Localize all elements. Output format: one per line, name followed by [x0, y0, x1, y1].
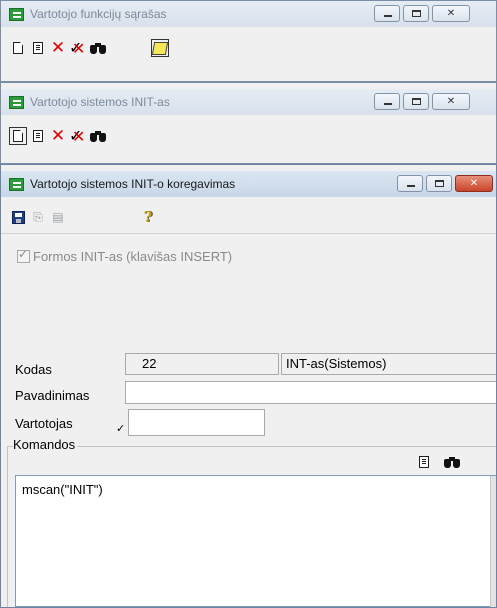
delete-button[interactable]: ✕	[48, 38, 68, 58]
delete-icon: ✕	[50, 37, 66, 58]
maximize-button[interactable]	[403, 5, 429, 22]
save-icon	[11, 210, 25, 224]
commands-editor[interactable]: mscan("INIT")	[15, 475, 496, 607]
delete-button[interactable]: ✕	[48, 126, 68, 146]
binoculars-icon	[90, 42, 106, 54]
vartotojas-field[interactable]	[128, 409, 265, 436]
delete-icon: ✕	[50, 125, 66, 146]
maximize-icon	[412, 10, 421, 17]
pavadinimas-field[interactable]	[125, 381, 496, 404]
close-button[interactable]: ✕	[432, 5, 470, 22]
maximize-button[interactable]	[426, 175, 452, 192]
functions-toolbar: ✕ ✓ ✕	[8, 35, 496, 61]
minimize-button[interactable]	[397, 175, 423, 192]
init-list-toolbar: ✕ ✓ ✕	[8, 123, 496, 149]
delete-check-icon: ✓ ✕	[69, 38, 86, 58]
commands-scrollbar[interactable]	[490, 476, 496, 607]
required-check-icon: ✓	[116, 422, 126, 435]
find-button[interactable]	[88, 38, 108, 58]
binoculars-icon	[90, 130, 106, 142]
maximize-icon	[435, 180, 444, 187]
minimize-icon	[384, 15, 392, 17]
minimize-icon	[384, 103, 392, 105]
new-button[interactable]	[8, 38, 28, 58]
open-button[interactable]	[28, 126, 48, 146]
paste-disabled-icon: ▤	[52, 210, 64, 224]
delete-checked-button[interactable]: ✓ ✕	[68, 126, 88, 146]
app-icon	[9, 7, 24, 21]
init-edit-window[interactable]: Vartotojo sistemos INIT-o koregavimas ✕ …	[0, 164, 497, 608]
help-icon: ?	[143, 208, 153, 226]
window-title: Vartotojo sistemos INIT-o koregavimas	[30, 177, 236, 191]
form-init-checkbox[interactable]: Formos INIT-as (klavišas INSERT)	[17, 247, 233, 264]
close-button[interactable]: ✕	[432, 93, 470, 110]
functions-list-window[interactable]: Vartotojo funkcijų sąrašas ✕ ✕ ✓ ✕	[0, 0, 497, 82]
window-title: Vartotojo funkcijų sąrašas	[30, 7, 167, 21]
new-button[interactable]	[8, 126, 28, 146]
delete-checked-button[interactable]: ✓ ✕	[68, 38, 88, 58]
binoculars-icon	[444, 456, 460, 468]
maximize-button[interactable]	[403, 93, 429, 110]
commands-open-button[interactable]	[414, 452, 434, 472]
kodas-label: Kodas	[15, 362, 52, 377]
copy-disabled-icon: ⎘	[33, 209, 43, 224]
close-icon: ✕	[446, 96, 456, 107]
kodas-description-field: INT-as(Sistemos)	[281, 353, 496, 375]
minimize-icon	[407, 185, 415, 187]
init-list-window[interactable]: Vartotojo sistemos INIT-as ✕ ✕ ✓ ✕	[0, 82, 497, 164]
minimize-button[interactable]	[374, 5, 400, 22]
pavadinimas-label: Pavadinimas	[15, 388, 90, 403]
close-icon: ✕	[469, 178, 479, 189]
paste-button[interactable]: ▤	[48, 207, 68, 227]
close-icon: ✕	[446, 8, 456, 19]
document-icon	[33, 130, 43, 142]
document-icon	[419, 456, 429, 468]
close-button[interactable]: ✕	[455, 175, 493, 192]
toolbar-divider	[1, 233, 496, 234]
komandos-caption: Komandos	[13, 437, 78, 452]
checkbox-label: Formos INIT-as (klavišas INSERT)	[33, 249, 233, 264]
maximize-icon	[412, 98, 421, 105]
help-button[interactable]: ?	[138, 207, 158, 227]
minimize-button[interactable]	[374, 93, 400, 110]
checkbox-box	[17, 247, 30, 263]
open-button[interactable]	[28, 38, 48, 58]
note-button[interactable]	[150, 38, 170, 58]
kodas-field[interactable]: 22	[125, 353, 279, 375]
save-button[interactable]	[8, 207, 28, 227]
init-edit-toolbar: ⎘ ▤ ?	[8, 204, 496, 230]
copy-button[interactable]: ⎘	[28, 207, 48, 227]
find-button[interactable]	[88, 126, 108, 146]
window-title: Vartotojo sistemos INIT-as	[30, 95, 170, 109]
new-document-icon	[13, 42, 23, 54]
document-icon	[33, 42, 43, 54]
app-icon	[9, 95, 24, 109]
commands-find-button[interactable]	[442, 452, 462, 472]
note-icon	[151, 41, 169, 55]
app-icon	[9, 177, 24, 191]
new-document-icon	[13, 130, 23, 142]
vartotojas-label: Vartotojas	[15, 416, 73, 431]
delete-check-icon: ✓ ✕	[69, 126, 86, 146]
